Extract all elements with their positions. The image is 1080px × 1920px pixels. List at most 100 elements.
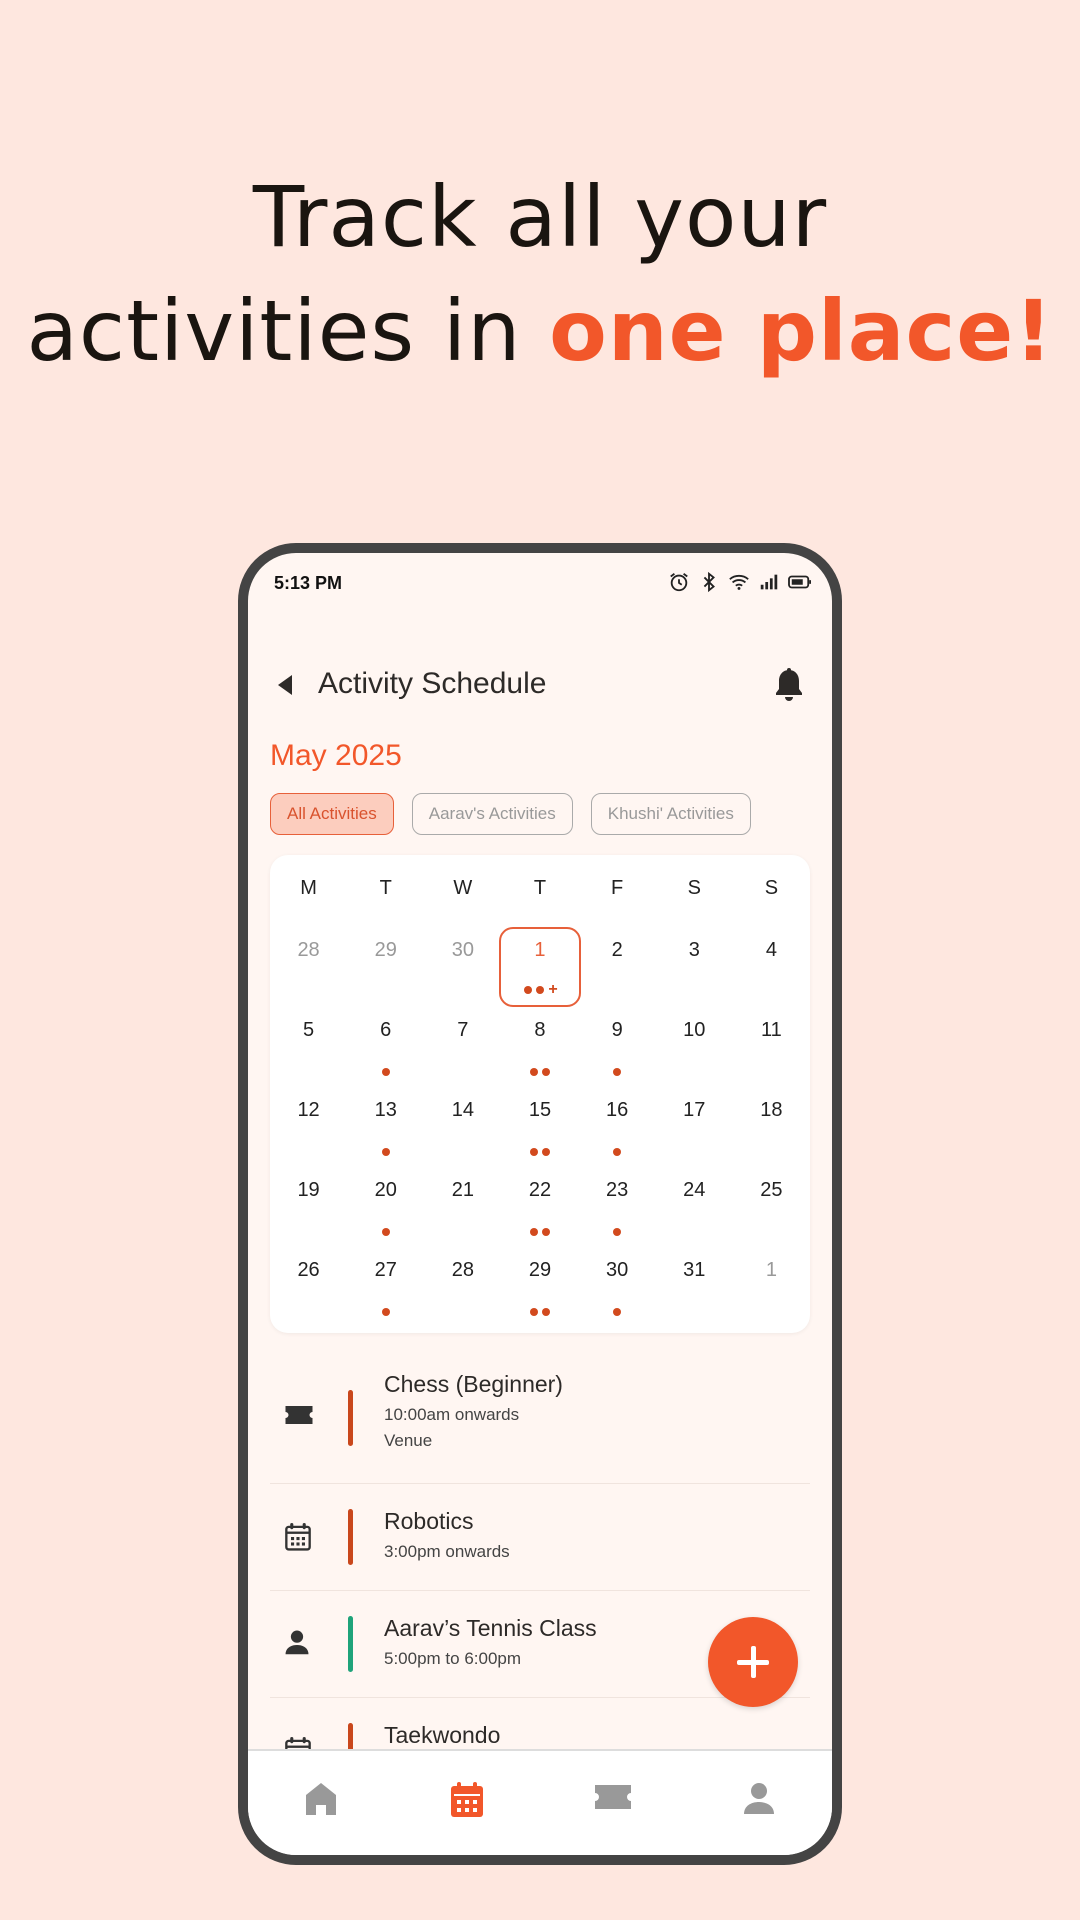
calendar-day-number: 28 [451, 1259, 474, 1281]
calendar-day[interactable]: 5 [270, 1007, 347, 1087]
calendar-day[interactable]: 21 [424, 1167, 501, 1247]
wifi-icon [728, 571, 750, 593]
calendar-day[interactable]: 9 [579, 1007, 656, 1087]
activity-dots [347, 1223, 424, 1243]
calendar-day[interactable]: 25 [733, 1167, 810, 1247]
back-arrow-icon [278, 675, 292, 695]
add-activity-button[interactable] [708, 1617, 798, 1707]
activity-dot [541, 1228, 550, 1236]
calendar-day[interactable]: 31 [656, 1247, 733, 1327]
weekday-label: W [453, 877, 473, 899]
weekday-label: T [533, 877, 547, 899]
calendar-day-number: 14 [451, 1099, 474, 1121]
notifications-button[interactable] [772, 667, 806, 703]
calendar-day-number: 11 [761, 1019, 782, 1041]
calendar-day[interactable]: 12 [270, 1087, 347, 1167]
calendar-day-number: 9 [611, 1019, 623, 1041]
headline-line-1: Track all your [252, 168, 828, 266]
calendar-day-number: 3 [688, 939, 700, 961]
calendar-day[interactable]: 1 [733, 1247, 810, 1327]
filter-chip-khushi[interactable]: Khushi' Activities [590, 793, 751, 835]
calendar-day-number: 8 [534, 1019, 546, 1041]
activity-dot [529, 1148, 538, 1156]
calendar-day-number: 2 [611, 939, 623, 961]
filter-chip-all[interactable]: All Activities [270, 793, 394, 835]
activity-item[interactable]: Chess (Beginner) 10:00am onwards Venue [270, 1353, 810, 1484]
calendar-weekday-header: MTWTFSS [270, 877, 810, 900]
headline-line-2-prefix: activities in [26, 282, 550, 380]
calendar-day-number: 19 [297, 1179, 320, 1201]
calendar-day[interactable]: 29 [501, 1247, 578, 1327]
activity-dot [529, 1308, 538, 1316]
activity-color-bar [348, 1390, 353, 1446]
calendar-day[interactable]: 28 [270, 927, 347, 1007]
calendar-week-row: 12 13 14 15 16 17 18 [270, 1087, 810, 1167]
calendar-day-selected[interactable]: 1 + [499, 927, 581, 1007]
bluetooth-icon [698, 571, 720, 593]
calendar-day[interactable]: 23 [579, 1167, 656, 1247]
bottom-navigation [248, 1749, 832, 1855]
back-button[interactable] [272, 671, 298, 699]
headline-line-2: activities in one place! [0, 274, 1080, 388]
calendar-day[interactable]: 19 [270, 1167, 347, 1247]
activity-time: 3:00pm onwards [384, 1542, 510, 1561]
status-bar: 5:13 PM [248, 553, 832, 613]
filter-chip-aarav[interactable]: Aarav's Activities [411, 793, 573, 835]
activity-dots [501, 1143, 578, 1163]
calendar-day[interactable]: 8 [501, 1007, 578, 1087]
calendar-day[interactable]: 24 [656, 1167, 733, 1247]
status-time: 5:13 PM [274, 573, 343, 593]
calendar-day[interactable]: 26 [270, 1247, 347, 1327]
activity-item[interactable]: Robotics 3:00pm onwards [270, 1484, 810, 1591]
calendar-day[interactable]: 14 [424, 1087, 501, 1167]
calendar-day-number: 5 [303, 1019, 315, 1041]
activity-dots [579, 1223, 656, 1243]
activity-dot [613, 1148, 622, 1156]
calendar-day-number: 18 [760, 1099, 783, 1121]
nav-calendar[interactable] [394, 1751, 540, 1855]
calendar-day[interactable]: 6 [347, 1007, 424, 1087]
calendar-day[interactable]: 17 [656, 1087, 733, 1167]
headline: Track all your activities in one place! [0, 160, 1080, 388]
activity-list: Chess (Beginner) 10:00am onwards Venue Robo… [270, 1353, 810, 1805]
filter-chips: All Activities Aarav's Activities Khushi… [270, 793, 751, 835]
phone-frame: 5:13 PM Activity Schedule May 2025 All A… [238, 543, 842, 1865]
activity-time: 5:00pm to 6:00pm [384, 1649, 522, 1668]
calendar-day[interactable]: 22 [501, 1167, 578, 1247]
page-title: Activity Schedule [318, 667, 547, 700]
calendar-day[interactable]: 4 [733, 927, 810, 1007]
calendar-day[interactable]: 7 [424, 1007, 501, 1087]
calendar-day[interactable]: 10 [656, 1007, 733, 1087]
calendar-day[interactable]: 15 [501, 1087, 578, 1167]
nav-home[interactable] [248, 1751, 394, 1855]
calendar-day-number: 29 [528, 1259, 552, 1281]
calendar-day[interactable]: 30 [424, 927, 501, 1007]
activity-venue: Venue [384, 1431, 433, 1450]
calendar-day-number: 29 [374, 939, 397, 961]
calendar-day[interactable]: 16 [579, 1087, 656, 1167]
activity-dot [613, 1228, 622, 1236]
calendar-day-number: 21 [451, 1179, 474, 1201]
status-icons [668, 571, 811, 593]
activity-dot [541, 1068, 550, 1076]
calendar-day[interactable]: 18 [733, 1087, 810, 1167]
calendar-day[interactable]: 27 [347, 1247, 424, 1327]
activity-time: 10:00am onwards [384, 1405, 520, 1424]
calendar-day[interactable]: 2 [579, 927, 656, 1007]
calendar-day[interactable]: 30 [579, 1247, 656, 1327]
activity-dots [347, 1143, 424, 1163]
calendar-day-number: 16 [606, 1099, 629, 1121]
calendar-day[interactable]: 20 [347, 1167, 424, 1247]
nav-tickets[interactable] [540, 1751, 686, 1855]
plus-icon [737, 1646, 769, 1678]
activity-dots [501, 1063, 578, 1083]
calendar-day[interactable]: 3 [656, 927, 733, 1007]
calendar-day[interactable]: 28 [424, 1247, 501, 1327]
calendar-icon [451, 1782, 483, 1817]
calendar-day-number: 1 [765, 1259, 777, 1281]
calendar-day[interactable]: 29 [347, 927, 424, 1007]
nav-profile[interactable] [686, 1751, 832, 1855]
calendar-grid: 28 29 30 1 +2 3 4 5 6 7 8 9 10 11 12 13 14 15 16 17 18 19 20 21… [270, 927, 810, 1327]
calendar-day[interactable]: 11 [733, 1007, 810, 1087]
calendar-day[interactable]: 13 [347, 1087, 424, 1167]
